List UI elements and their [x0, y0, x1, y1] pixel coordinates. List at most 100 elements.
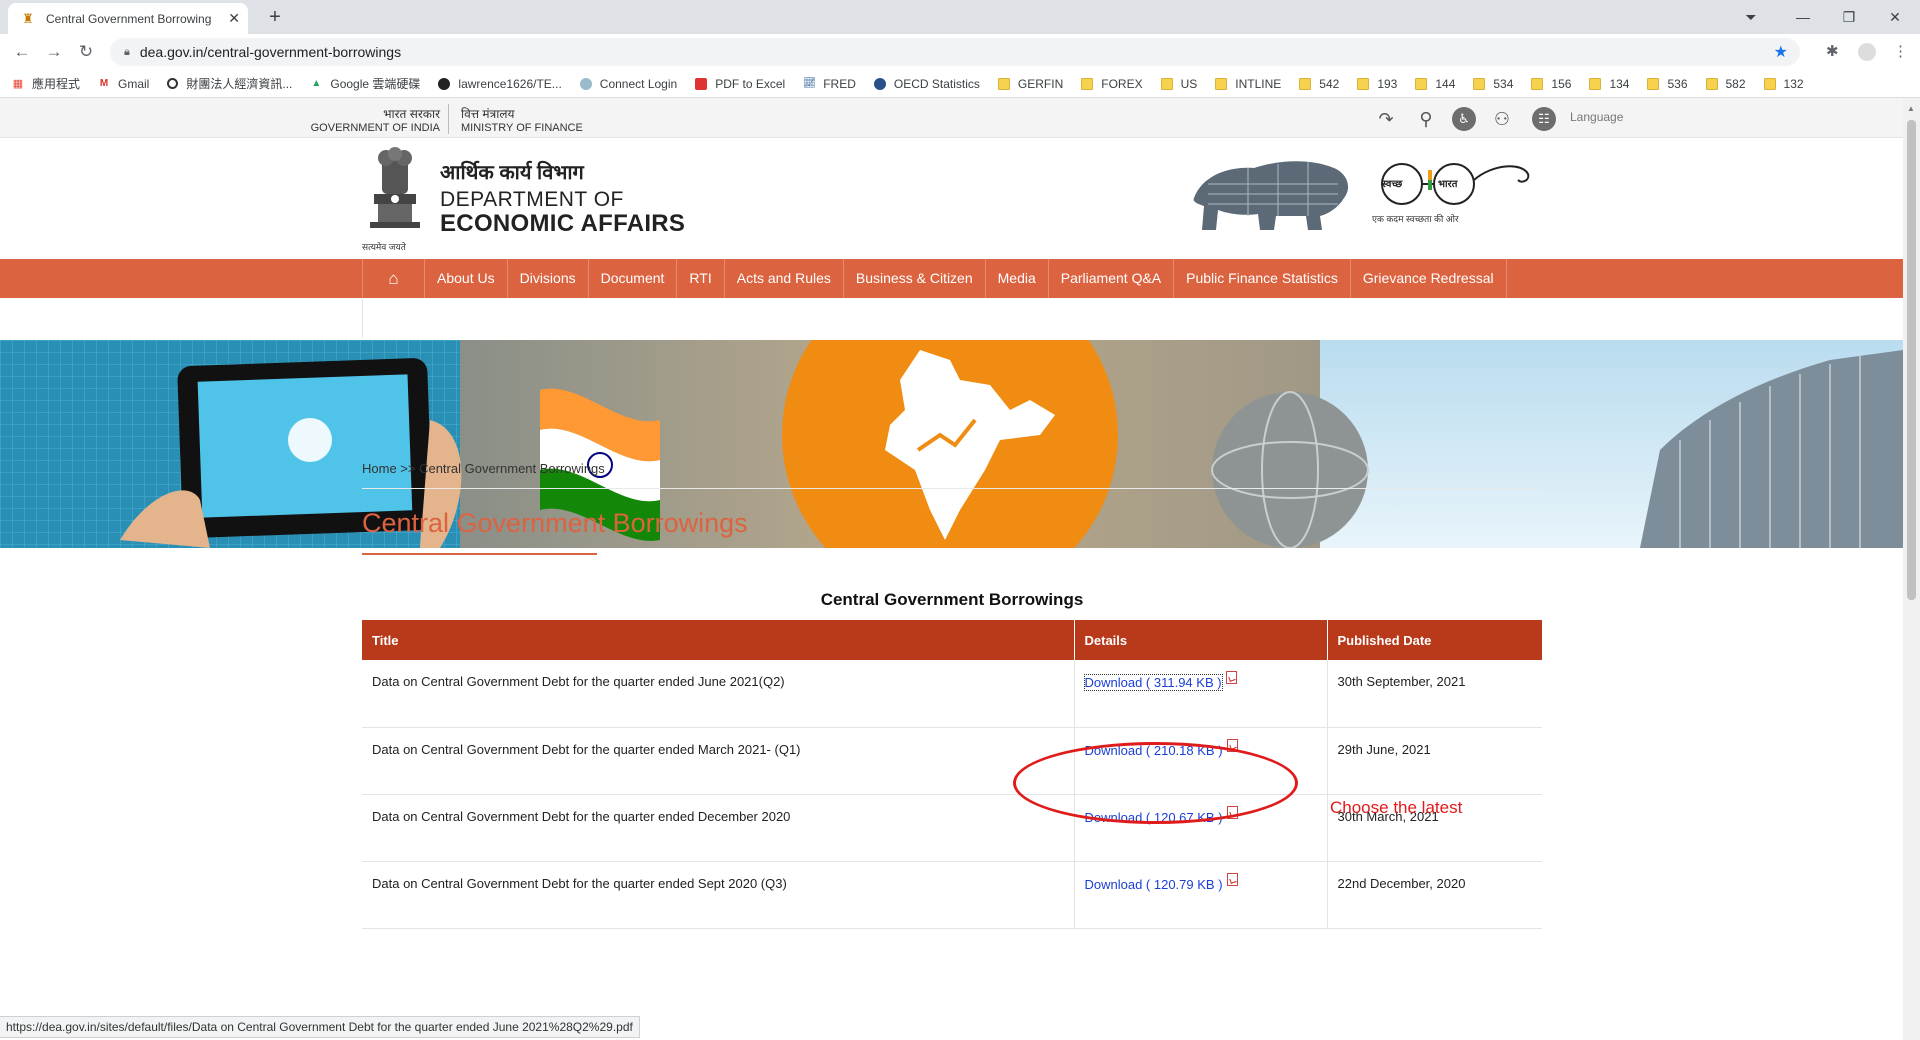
bookmark-folder-us[interactable]: US	[1160, 76, 1198, 91]
table-row: Data on Central Government Debt for the …	[362, 861, 1542, 929]
reload-icon[interactable]: ↻	[74, 42, 98, 62]
accessibility-icon[interactable]: ♿︎	[1452, 107, 1476, 131]
nav-parliament-qa[interactable]: Parliament Q&A	[1047, 259, 1173, 298]
bookmark-pdf-to-excel[interactable]: PDF to Excel	[695, 77, 785, 91]
bookmark-folder-536[interactable]: 536	[1647, 77, 1688, 91]
download-link[interactable]: Download ( 120.79 KB )	[1085, 877, 1223, 892]
nav-home[interactable]: ⌂	[362, 259, 424, 298]
pdf-file-icon[interactable]	[1226, 872, 1238, 886]
make-in-india-lion-icon[interactable]	[1188, 154, 1354, 232]
folder-icon	[1705, 77, 1718, 90]
ministry-english: MINISTRY OF FINANCE	[461, 122, 583, 134]
pdf-icon	[695, 77, 708, 90]
bookmark-github[interactable]: lawrence1626/TE...	[438, 77, 562, 91]
bookmark-label: 134	[1609, 76, 1630, 91]
ministry-link[interactable]: वित्त मंत्रालय MINISTRY OF FINANCE	[461, 107, 583, 135]
ministry-hindi: वित्त मंत्रालय	[461, 107, 515, 121]
row-title: Data on Central Government Debt for the …	[362, 660, 1075, 728]
search-icon[interactable]: ⚲	[1414, 107, 1438, 131]
nav-divisions[interactable]: Divisions	[506, 259, 588, 298]
row-details: Download ( 120.79 KB )	[1074, 861, 1328, 929]
bookmark-apps[interactable]: ▦ 應用程式	[12, 75, 80, 92]
bookmark-folder-144[interactable]: 144	[1415, 77, 1455, 91]
bookmark-folder-134[interactable]: 134	[1589, 77, 1629, 91]
bookmark-folder-534[interactable]: 534	[1473, 77, 1513, 91]
social-share-icon[interactable]: ⚇	[1490, 107, 1514, 131]
close-tab-icon[interactable]: ✕	[228, 10, 240, 27]
bookmark-folder-156[interactable]: 156	[1531, 77, 1571, 91]
emblem-favicon-icon: ♜	[22, 10, 34, 26]
bookmark-oecd[interactable]: OECD Statistics	[873, 76, 980, 91]
nav-about-us[interactable]: About Us	[424, 259, 507, 298]
bookmark-label: Gmail	[118, 76, 150, 91]
browser-tab[interactable]: ♜ Central Government Borrowing ✕	[8, 3, 248, 34]
bookmark-label: 582	[1725, 76, 1746, 91]
restore-icon[interactable]: ❐	[1826, 9, 1872, 26]
row-date: 22nd December, 2020	[1327, 861, 1542, 929]
nav-public-finance-statistics[interactable]: Public Finance Statistics	[1173, 259, 1350, 298]
minimize-icon[interactable]: —	[1780, 9, 1826, 25]
new-tab-icon[interactable]: +	[262, 6, 288, 29]
nav-media[interactable]: Media	[984, 259, 1048, 298]
home-icon: ⌂	[388, 269, 399, 288]
scroll-up-icon[interactable]: ▲	[1907, 104, 1915, 113]
nav-acts-and-rules[interactable]: Acts and Rules	[723, 259, 843, 298]
nav-rti[interactable]: RTI	[676, 259, 723, 298]
window-close-icon[interactable]: ✕	[1872, 9, 1918, 26]
pdf-file-icon[interactable]	[1225, 671, 1237, 684]
scrollbar-thumb[interactable]	[1907, 120, 1916, 600]
bookmark-label: OECD Statistics	[893, 76, 980, 91]
skip-to-content-icon[interactable]: ↷	[1374, 107, 1398, 131]
language-selector[interactable]: Language	[1570, 110, 1623, 124]
folder-icon	[1415, 77, 1428, 90]
bookmark-folder-582[interactable]: 582	[1705, 76, 1746, 91]
row-details: Download ( 311.94 KB )	[1074, 660, 1328, 728]
connect-icon	[579, 77, 592, 90]
bookmark-gmail[interactable]: M Gmail	[98, 76, 150, 91]
sitemap-icon[interactable]: ☷	[1532, 107, 1556, 131]
swachh-tagline: एक कदम स्वच्छता की ओर	[1372, 214, 1459, 224]
bookmark-drive[interactable]: ▲ Google 雲端硬碟	[310, 75, 420, 92]
extensions-icon[interactable]: ✱	[1826, 42, 1839, 60]
bookmark-label: 財團法人經濟資訊...	[186, 77, 293, 91]
bookmark-folder-intline[interactable]: INTLINE	[1215, 77, 1281, 91]
bookmark-fred[interactable]: 📈︎ FRED	[803, 77, 856, 91]
column-header-details: Details	[1074, 620, 1328, 660]
bookmark-folder-132[interactable]: 132	[1763, 77, 1804, 91]
nav-document[interactable]: Document	[587, 259, 677, 298]
forward-icon[interactable]: →	[42, 42, 66, 62]
swachh-bharat-logo[interactable]: स्वच्छ भारत एक कदम स्वच्छता की ओर	[1372, 156, 1532, 236]
back-icon[interactable]: ←	[10, 42, 34, 62]
nav-grievance-redressal[interactable]: Grievance Redressal	[1349, 259, 1507, 298]
bookmark-folder-193[interactable]: 193	[1357, 77, 1397, 91]
profile-menu-icon[interactable]: ⏷	[1736, 9, 1766, 26]
bookmark-folder-542[interactable]: 542	[1299, 77, 1339, 91]
gov-of-india-link[interactable]: भारत सरकार GOVERNMENT OF INDIA	[300, 107, 440, 135]
column-header-published-date: Published Date	[1327, 620, 1542, 660]
nav-business-citizen[interactable]: Business & Citizen	[842, 259, 985, 298]
window-controls: ⏷	[1736, 0, 1766, 34]
divider	[448, 104, 449, 134]
bookmark-econ-info[interactable]: 財團法人經濟資訊...	[167, 75, 292, 92]
address-url: dea.gov.in/central-government-borrowings	[139, 44, 402, 60]
address-bar[interactable]: 🔒︎ dea.gov.in/central-government-borrowi…	[110, 38, 1800, 66]
download-link[interactable]: Download ( 311.94 KB )	[1083, 674, 1223, 691]
row-title: Data on Central Government Debt for the …	[362, 727, 1075, 795]
bookmark-connect[interactable]: Connect Login	[579, 77, 677, 91]
lock-icon[interactable]: 🔒︎	[124, 46, 130, 59]
profile-avatar[interactable]	[1858, 43, 1876, 61]
browser-menu-icon[interactable]: ⋮	[1893, 42, 1908, 60]
bookmark-folder-forex[interactable]: FOREX	[1081, 76, 1143, 91]
page-scrollbar[interactable]: ▲	[1903, 98, 1920, 1040]
breadcrumb[interactable]: Home >> Central Government Borrowings	[362, 461, 605, 476]
folder-icon	[1647, 77, 1660, 90]
folder-icon	[1531, 77, 1544, 90]
bookmark-star-icon[interactable]: ★	[1774, 42, 1788, 62]
bookmark-folder-gerfin[interactable]: GERFIN	[997, 77, 1063, 91]
hero-banner	[0, 340, 1903, 548]
bookmark-label: 144	[1435, 76, 1456, 91]
bookmark-label: US	[1180, 76, 1198, 91]
bookmark-label: FOREX	[1101, 76, 1143, 91]
github-icon	[438, 77, 451, 90]
folder-icon	[997, 77, 1010, 90]
